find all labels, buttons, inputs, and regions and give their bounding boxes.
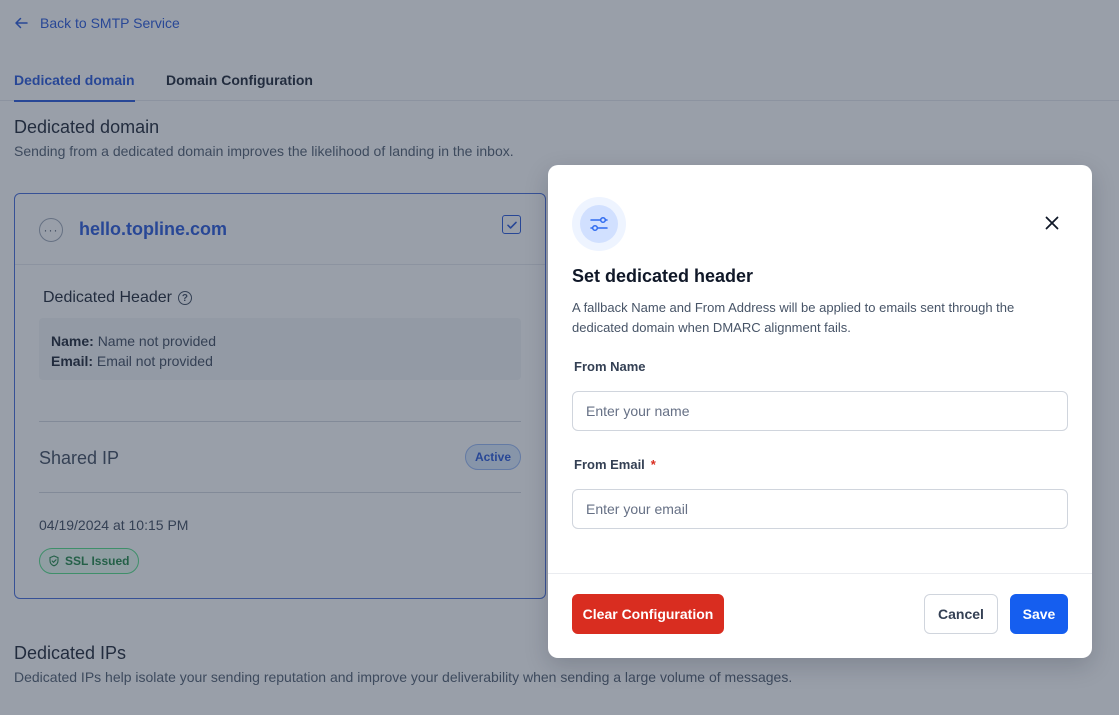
from-email-label-row: From Email *: [574, 457, 656, 472]
sliders-icon: [590, 216, 608, 232]
modal-title: Set dedicated header: [572, 266, 754, 286]
required-asterisk: *: [650, 457, 656, 472]
from-name-input[interactable]: [572, 391, 1068, 431]
from-name-label: From Name: [574, 359, 646, 374]
modal-description: A fallback Name and From Address will be…: [572, 300, 1015, 335]
cancel-button[interactable]: Cancel: [924, 594, 998, 634]
from-email-input[interactable]: [572, 489, 1068, 529]
set-dedicated-header-modal: Set dedicated header A fallback Name and…: [548, 165, 1092, 658]
close-icon: [1045, 216, 1059, 230]
modal-footer-divider: [548, 573, 1092, 574]
modal-close-button[interactable]: [1042, 213, 1062, 233]
from-email-label: From Email: [574, 457, 645, 472]
save-button[interactable]: Save: [1010, 594, 1068, 634]
clear-configuration-button[interactable]: Clear Configuration: [572, 594, 724, 634]
modal-icon-ring: [572, 197, 626, 251]
modal-icon-circle: [580, 205, 618, 243]
